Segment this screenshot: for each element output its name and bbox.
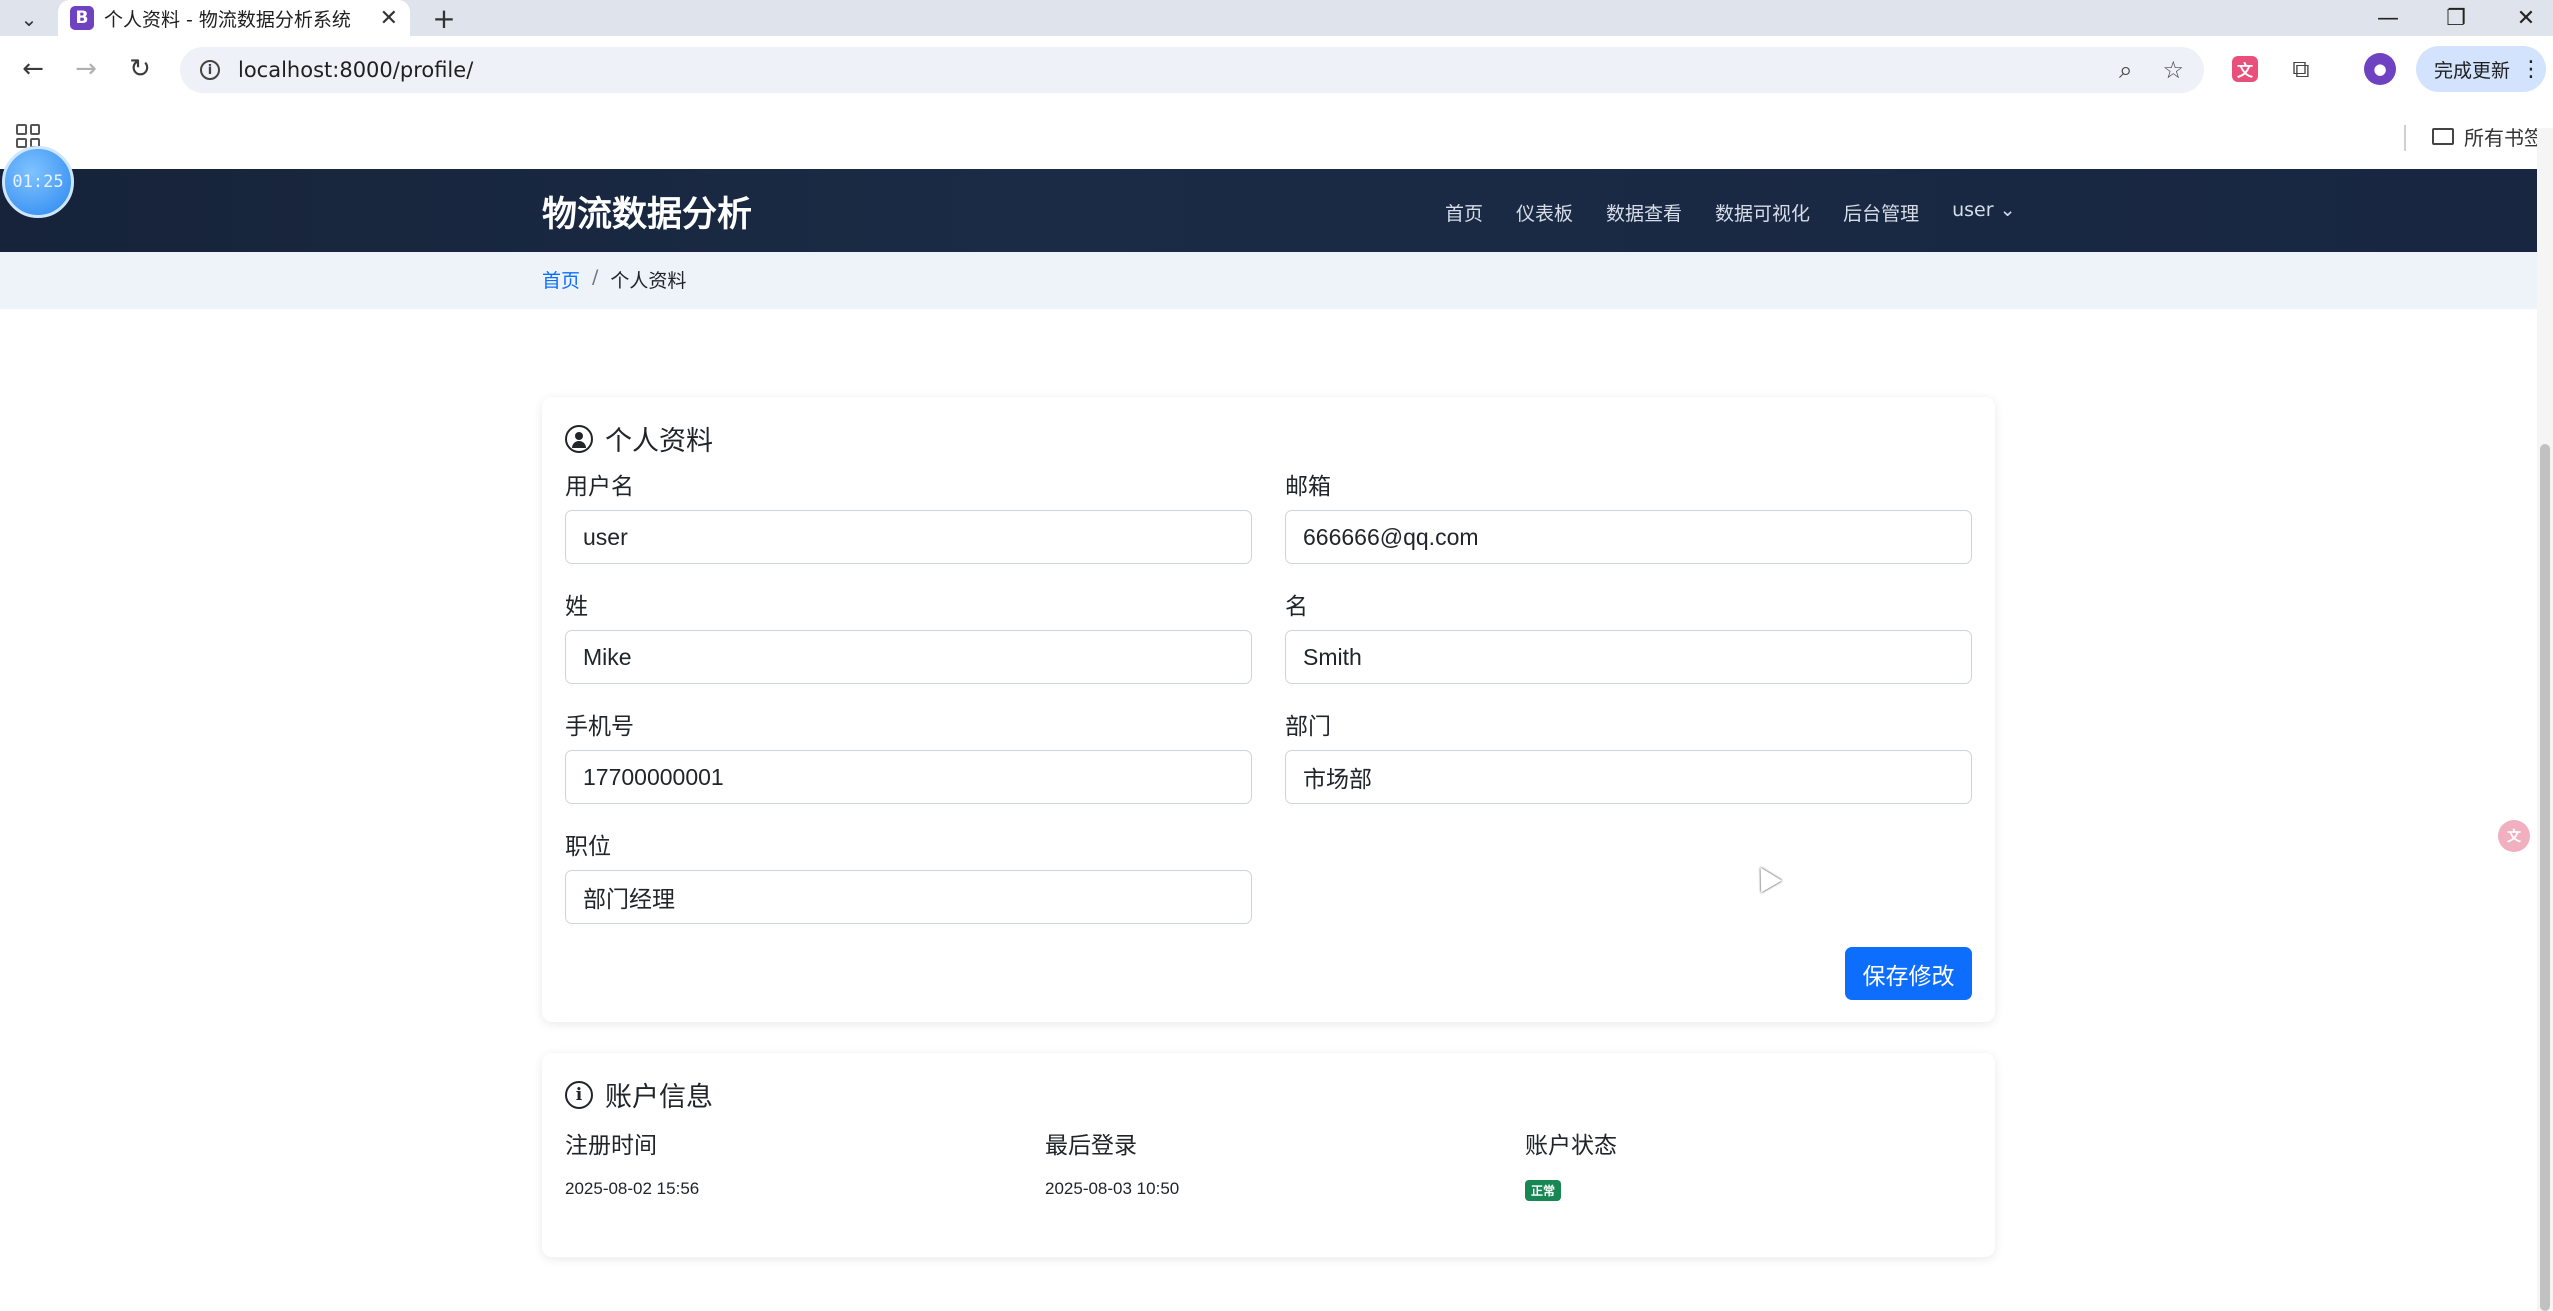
all-bookmarks[interactable]: 所有书签 — [2432, 122, 2544, 151]
breadcrumb-home[interactable]: 首页 — [542, 266, 580, 293]
first-name-field[interactable] — [1285, 630, 1972, 684]
extensions-puzzle-icon[interactable]: ⧉ — [2284, 52, 2318, 86]
address-url: localhost:8000/profile/ — [238, 58, 474, 82]
browser-tab-strip: ⌄ B 个人资料 - 物流数据分析系统 ✕ + — ❐ ✕ — [0, 0, 2553, 36]
new-tab-plus-icon[interactable]: + — [424, 0, 464, 36]
reload-icon[interactable]: ↻ — [117, 46, 163, 92]
site-info-icon[interactable]: i — [200, 60, 220, 80]
department-field[interactable] — [1285, 750, 1972, 804]
status-badge: 正常 — [1525, 1180, 1562, 1201]
info-circle-icon: i — [565, 1080, 593, 1109]
account-card: i 账户信息 注册时间 2025-08-02 15:56 最后登录 2025-0… — [542, 1053, 1995, 1257]
chevron-down-icon: ⌄ — [1999, 199, 2016, 221]
zoom-icon[interactable]: ⌕ — [2119, 56, 2132, 84]
user-dropdown[interactable]: user ⌄ — [1952, 199, 2015, 226]
last-name-label: 姓 — [565, 594, 588, 620]
nav-admin[interactable]: 后台管理 — [1843, 199, 1919, 226]
username-label: 用户名 — [565, 474, 634, 500]
minimize-icon[interactable]: — — [2358, 0, 2418, 36]
save-button[interactable]: 保存修改 — [1845, 947, 1972, 1000]
tab-close-icon[interactable]: ✕ — [380, 6, 398, 31]
window-close-icon[interactable]: ✕ — [2496, 0, 2553, 36]
favicon-icon: B — [70, 6, 94, 30]
status-label: 账户状态 — [1525, 1133, 1617, 1159]
breadcrumb-separator: / — [592, 266, 599, 288]
email-field[interactable] — [1285, 510, 1972, 564]
back-arrow-icon[interactable]: ← — [10, 46, 56, 92]
account-card-title: i 账户信息 — [565, 1075, 713, 1114]
tab-search-chevron-icon[interactable]: ⌄ — [8, 2, 50, 36]
breadcrumb: 首页 / 个人资料 — [542, 266, 686, 293]
page-scrollbar[interactable] — [2537, 128, 2553, 1311]
person-circle-icon — [565, 424, 593, 453]
translate-extension-icon[interactable]: 文 — [2232, 56, 2258, 82]
floating-translate-icon[interactable]: 文 — [2498, 820, 2530, 852]
scrollbar-thumb[interactable] — [2540, 444, 2550, 1311]
site-navbar: 物流数据分析 首页 仪表板 数据查看 数据可视化 后台管理 user ⌄ — [0, 169, 2537, 252]
registered-value: 2025-08-02 15:56 — [565, 1179, 700, 1198]
breadcrumb-current: 个人资料 — [610, 270, 687, 292]
department-label: 部门 — [1285, 714, 1331, 740]
first-name-label: 名 — [1285, 594, 1308, 620]
tab-title: 个人资料 - 物流数据分析系统 — [104, 8, 351, 31]
phone-field[interactable] — [565, 750, 1252, 804]
last-login-label: 最后登录 — [1045, 1133, 1137, 1159]
bookmark-divider — [2404, 125, 2406, 151]
email-label: 邮箱 — [1285, 474, 1331, 500]
address-bar[interactable]: i localhost:8000/profile/ ⌕ ☆ — [180, 47, 2204, 93]
nav-dashboard[interactable]: 仪表板 — [1516, 199, 1573, 226]
menu-kebab-icon[interactable]: ⋮ — [2520, 57, 2542, 82]
nav-visualization[interactable]: 数据可视化 — [1715, 199, 1810, 226]
nav-data-view[interactable]: 数据查看 — [1606, 199, 1682, 226]
profile-card-title: 个人资料 — [565, 419, 713, 458]
nav-home[interactable]: 首页 — [1445, 199, 1483, 226]
registered-label: 注册时间 — [565, 1133, 657, 1159]
profile-card: 个人资料 用户名 邮箱 姓 名 手机号 部门 职位 保存修改 — [542, 397, 1995, 1022]
browser-toolbar: ← → ↻ i localhost:8000/profile/ ⌕ ☆ 文 ⧉ … — [0, 36, 2553, 128]
bookmark-star-icon[interactable]: ☆ — [2162, 56, 2184, 84]
phone-label: 手机号 — [565, 714, 634, 740]
profile-avatar-icon[interactable]: ● — [2364, 53, 2396, 85]
position-label: 职位 — [565, 834, 611, 860]
folder-icon — [2432, 128, 2454, 145]
browser-tab[interactable]: B 个人资料 - 物流数据分析系统 ✕ — [58, 0, 410, 36]
last-login-value: 2025-08-03 10:50 — [1045, 1179, 1180, 1198]
site-brand[interactable]: 物流数据分析 — [542, 186, 752, 237]
apps-grid-icon[interactable] — [16, 124, 40, 148]
username-field[interactable] — [565, 510, 1252, 564]
forward-arrow-icon[interactable]: → — [63, 46, 109, 92]
main-nav: 首页 仪表板 数据查看 数据可视化 后台管理 user ⌄ — [1445, 199, 2016, 226]
recording-timer-badge[interactable]: 01:25 — [2, 146, 74, 218]
position-field[interactable] — [565, 870, 1252, 924]
breadcrumb-bar: 首页 / 个人资料 — [0, 252, 2537, 309]
update-button[interactable]: 完成更新 ⋮ — [2416, 46, 2546, 92]
last-name-field[interactable] — [565, 630, 1252, 684]
restore-icon[interactable]: ❐ — [2426, 0, 2486, 36]
